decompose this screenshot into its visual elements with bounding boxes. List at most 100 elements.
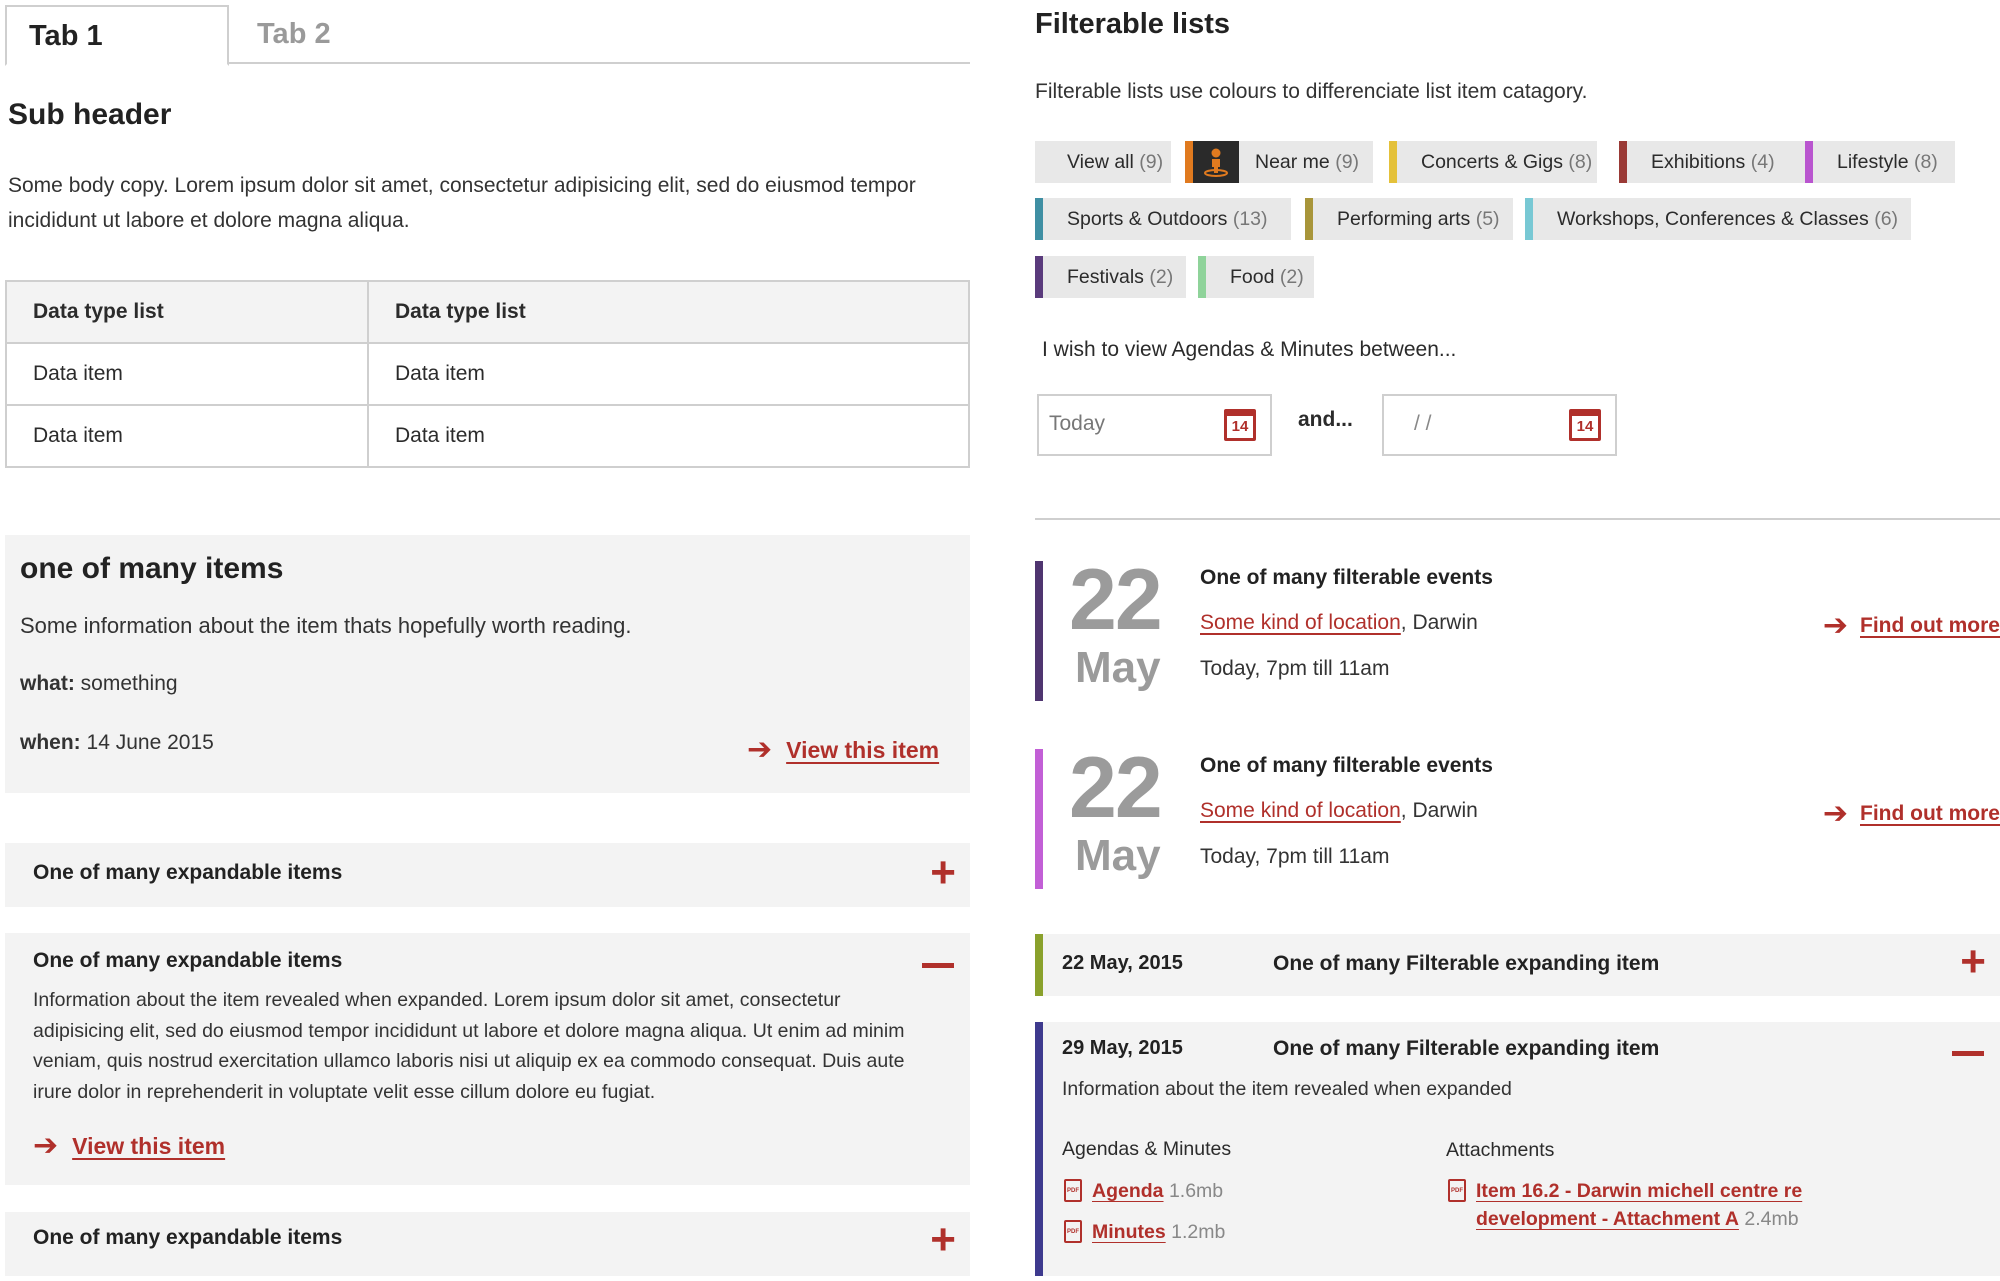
filter-count: (9) (1335, 151, 1360, 173)
table-header: Data type list (5, 280, 369, 344)
calendar-icon[interactable]: 14 (1224, 409, 1256, 441)
data-table: Data type list Data type list Data item … (5, 280, 970, 468)
find-out-more-container: ➔ Find out more (1823, 799, 2000, 829)
view-item-link[interactable]: View this item (72, 1133, 225, 1160)
from-date-field[interactable]: Today 14 (1037, 394, 1272, 456)
table-row: Data item Data item (5, 342, 970, 406)
filter-performing-arts[interactable]: Performing arts (5) (1305, 198, 1513, 240)
arrow-right-icon: ➔ (1822, 609, 1848, 642)
filter-concerts-gigs[interactable]: Concerts & Gigs (8) (1389, 141, 1597, 183)
event-title: One of many filterable events (1200, 566, 1493, 589)
filter-count: (2) (1149, 266, 1174, 288)
event-category-bar (1035, 561, 1043, 701)
category-bar (1035, 1022, 1043, 1276)
tab-bar: Tab 1 Tab 2 (5, 5, 970, 66)
pdf-icon (1064, 1179, 1082, 1202)
date-filter-label: I wish to view Agendas & Minutes between… (1042, 338, 1457, 361)
right-column: Filterable lists Filterable lists use co… (1035, 0, 2000, 1281)
view-item-link-container: ➔ View this item (33, 1131, 225, 1161)
filter-count: (4) (1750, 151, 1775, 173)
tab-1[interactable]: Tab 1 (5, 5, 229, 66)
expandable-item-expanded[interactable]: One of many expandable items Information… (5, 933, 970, 1185)
event-location-suffix: , Darwin (1400, 611, 1478, 634)
filterable-expanding-item-collapsed[interactable]: 22 May, 2015 One of many Filterable expa… (1035, 934, 2000, 996)
table-cell: Data item (5, 404, 369, 468)
event-month: May (1075, 643, 1161, 692)
pdf-icon (1448, 1179, 1466, 1202)
filter-label: Food (1230, 266, 1275, 288)
from-date-value: Today (1049, 412, 1106, 435)
item-date: 29 May, 2015 (1062, 1037, 1183, 1059)
expandable-item-collapsed[interactable]: One of many expandable items + (5, 843, 970, 907)
find-out-more-link[interactable]: Find out more (1860, 614, 2000, 638)
filterable-expanding-item-expanded[interactable]: 29 May, 2015 One of many Filterable expa… (1035, 1022, 2000, 1276)
find-out-more-container: ➔ Find out more (1823, 611, 2000, 641)
expandable-title: One of many expandable items (33, 1226, 343, 1249)
attachments-heading: Attachments (1446, 1139, 1555, 1161)
to-date-field[interactable]: / / 14 (1382, 394, 1617, 456)
file-row: Agenda 1.6mb (1064, 1177, 1223, 1205)
attachment-link[interactable]: Item 16.2 - Darwin michell centre re (1476, 1180, 1802, 1202)
table-cell: Data item (367, 404, 970, 468)
card-when: when: 14 June 2015 (20, 731, 214, 755)
item-title: One of many Filterable expanding item (1273, 1037, 1660, 1060)
filter-count: (13) (1232, 208, 1268, 230)
arrow-right-icon: ➔ (1822, 797, 1848, 830)
table-header-row: Data type list Data type list (5, 280, 970, 344)
plus-icon[interactable]: + (930, 851, 956, 895)
expandable-title: One of many expandable items (33, 861, 343, 884)
table-cell: Data item (367, 342, 970, 406)
event-time: Today, 7pm till 11am (1200, 845, 1390, 868)
filter-label: Concerts & Gigs (1421, 151, 1563, 173)
what-label: what: (20, 672, 75, 695)
expandable-body: Information about the item revealed when… (33, 989, 905, 1103)
table-header: Data type list (367, 280, 970, 344)
filter-label: Lifestyle (1837, 151, 1909, 173)
attachment-link-line2[interactable]: development - Attachment A (1476, 1208, 1739, 1230)
filter-view-all[interactable]: View all (9) (1035, 141, 1171, 183)
file-size: 2.4mb (1744, 1208, 1799, 1230)
when-label: when: (20, 731, 81, 754)
filter-label: Sports & Outdoors (1067, 208, 1228, 230)
divider (1035, 518, 2000, 520)
filter-festivals[interactable]: Festivals (2) (1035, 256, 1186, 298)
plus-icon[interactable]: + (930, 1218, 956, 1262)
tab-2[interactable]: Tab 2 (235, 5, 353, 66)
table-row: Data item Data item (5, 404, 970, 468)
card-info: Some information about the item thats ho… (20, 613, 632, 638)
minutes-link[interactable]: Minutes (1092, 1221, 1166, 1243)
event-location-link[interactable]: Some kind of location (1200, 799, 1401, 822)
event-item: 22 May One of many filterable events Som… (1035, 552, 2000, 701)
event-location-link[interactable]: Some kind of location (1200, 611, 1401, 634)
find-out-more-link[interactable]: Find out more (1860, 802, 2000, 826)
expandable-item-collapsed[interactable]: One of many expandable items + (5, 1212, 970, 1276)
view-item-link-container: ➔ View this item (747, 735, 939, 765)
event-time: Today, 7pm till 11am (1200, 657, 1390, 680)
view-item-link[interactable]: View this item (786, 737, 939, 764)
agenda-link[interactable]: Agenda (1092, 1180, 1164, 1202)
file-size: 1.6mb (1168, 1180, 1224, 1202)
card-what: what: something (20, 672, 178, 696)
person-location-icon (1193, 141, 1239, 183)
plus-icon[interactable]: + (1960, 940, 1986, 984)
left-column: Tab 1 Tab 2 Sub header Some body copy. L… (0, 0, 975, 1281)
event-location: Some kind of location, Darwin (1200, 799, 1478, 823)
filter-workshops[interactable]: Workshops, Conferences & Classes (6) (1525, 198, 1911, 240)
filter-label: Performing arts (1337, 208, 1471, 230)
filter-sports-outdoors[interactable]: Sports & Outdoors (13) (1035, 198, 1291, 240)
item-title: One of many Filterable expanding item (1273, 952, 1660, 975)
event-title: One of many filterable events (1200, 754, 1493, 777)
filter-count: (9) (1139, 151, 1164, 173)
filter-food[interactable]: Food (2) (1198, 256, 1314, 298)
filter-near-me[interactable]: Near me (9) (1185, 141, 1373, 183)
event-item: 22 May One of many filterable events Som… (1035, 740, 2000, 889)
filter-exhibitions[interactable]: Exhibitions (4) (1619, 141, 1805, 183)
filter-lifestyle[interactable]: Lifestyle (8) (1805, 141, 1955, 183)
what-value: something (80, 672, 178, 695)
minus-icon[interactable] (1952, 1051, 1984, 1056)
card-title: one of many items (20, 552, 284, 585)
filter-label: Exhibitions (1651, 151, 1746, 173)
minus-icon[interactable] (922, 963, 954, 968)
calendar-icon[interactable]: 14 (1569, 409, 1601, 441)
event-month: May (1075, 831, 1161, 880)
